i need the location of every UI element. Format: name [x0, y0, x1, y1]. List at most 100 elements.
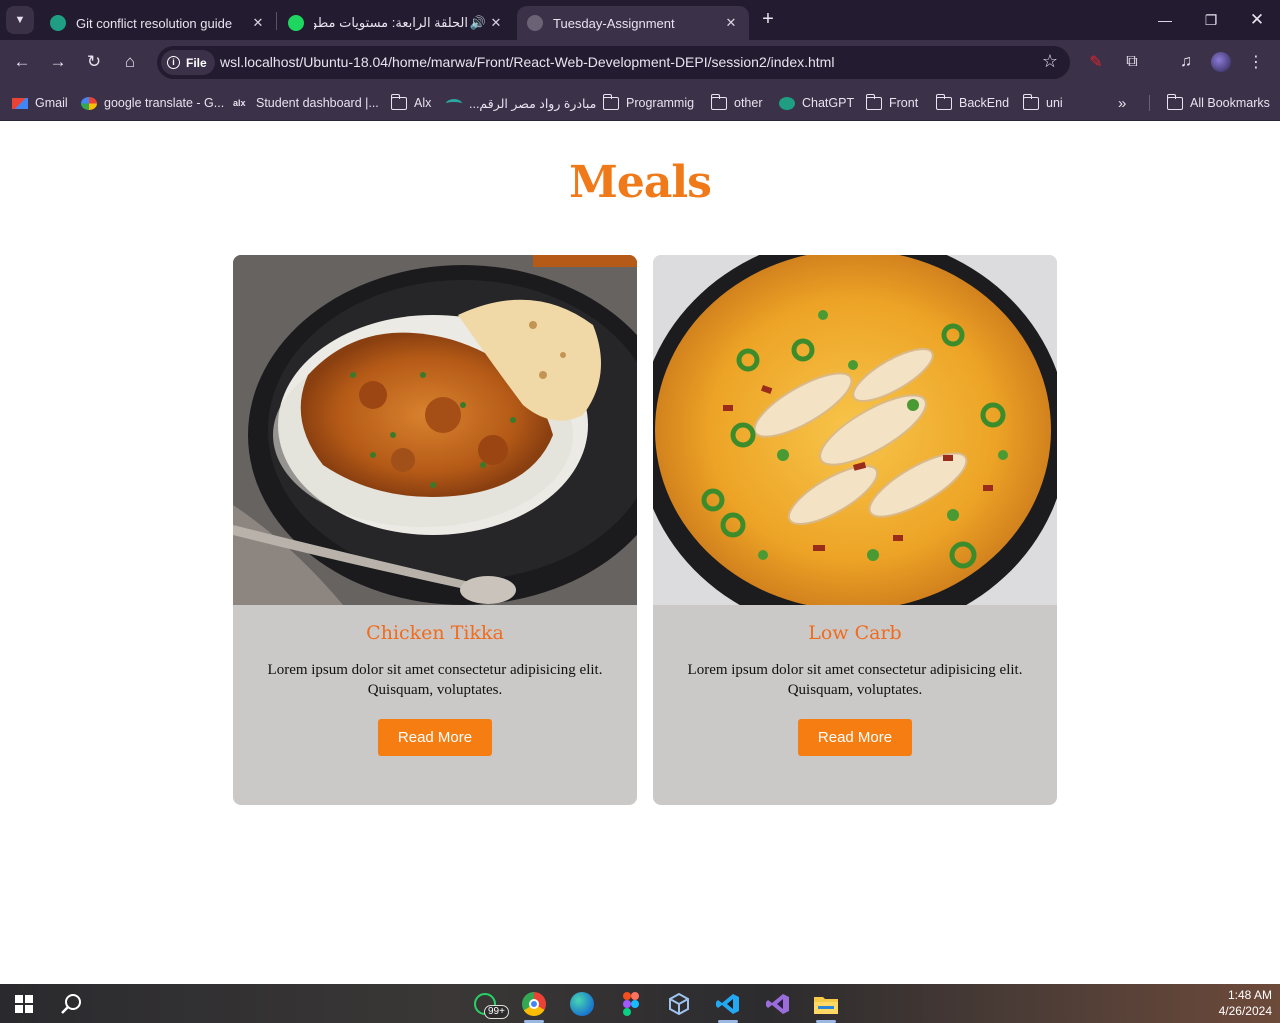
file-explorer-icon[interactable]	[811, 989, 841, 1019]
media-control-icon[interactable]: ♫	[1175, 51, 1197, 73]
extensions-puzzle-icon[interactable]: ⧉	[1121, 51, 1143, 73]
chatgpt-icon	[50, 15, 66, 31]
clock-time: 1:48 AM	[1227, 988, 1272, 1002]
forward-button[interactable]: →	[45, 49, 71, 75]
whatsapp-icon[interactable]: 99+	[470, 989, 509, 1019]
globe-icon	[527, 15, 543, 31]
bookmark-google-translate[interactable]: google translate - G...	[81, 93, 224, 113]
close-icon[interactable]: ✕	[488, 15, 504, 31]
folder-icon	[1022, 93, 1039, 110]
read-more-button[interactable]: Read More	[378, 719, 492, 756]
clock-date: 4/26/2024	[1218, 1004, 1272, 1018]
windows-taskbar: 99+ 1:48 AM 4/26/2024	[0, 984, 1280, 1023]
read-more-button[interactable]: Read More	[798, 719, 912, 756]
close-icon[interactable]: ✕	[723, 15, 739, 31]
bookmark-folder-uni[interactable]: uni	[1022, 93, 1063, 113]
card-description: Lorem ipsum dolor sit amet consectetur a…	[267, 662, 603, 698]
folder-icon	[1166, 93, 1183, 110]
url-text[interactable]: wsl.localhost/Ubuntu-18.04/home/marwa/Fr…	[220, 54, 834, 70]
browser-toolbar: ← → ↻ ⌂ i File wsl.localhost/Ubuntu-18.0…	[0, 40, 1280, 85]
figma-icon[interactable]	[616, 989, 646, 1019]
bookmarks-overflow-button[interactable]: »	[1118, 93, 1126, 113]
page-title: Meals	[569, 157, 712, 208]
visual-studio-icon[interactable]	[763, 989, 793, 1019]
reload-button[interactable]: ↻	[81, 49, 107, 75]
bookmark-gmail[interactable]: Gmail	[12, 93, 68, 113]
address-bar[interactable]: i File wsl.localhost/Ubuntu-18.04/home/m…	[157, 46, 1070, 79]
speaker-icon[interactable]: 🔊	[468, 15, 488, 31]
search-icon[interactable]	[57, 989, 87, 1019]
google-icon	[81, 96, 97, 110]
vscode-icon[interactable]	[713, 989, 743, 1019]
folder-icon	[390, 93, 407, 110]
bookmark-rowad[interactable]: مبادرة رواد مصر الرقم...	[446, 93, 596, 113]
folder-icon	[602, 93, 619, 110]
bookmark-label: Gmail	[35, 96, 68, 110]
windows-start-icon[interactable]	[9, 989, 39, 1019]
meal-card: Low Carb Lorem ipsum dolor sit amet cons…	[653, 255, 1057, 805]
card-title: Chicken Tikka	[366, 622, 504, 644]
virtualbox-icon[interactable]	[664, 989, 694, 1019]
bookmark-chatgpt[interactable]: ChatGPT	[779, 93, 854, 113]
bookmark-label: other	[734, 96, 763, 110]
chevron-right-icon: »	[1118, 94, 1127, 112]
pen-extension-icon[interactable]: ✎	[1085, 51, 1107, 73]
bookmark-label: uni	[1046, 96, 1063, 110]
system-clock[interactable]: 1:48 AM 4/26/2024	[1219, 987, 1272, 1019]
chrome-icon[interactable]	[519, 989, 549, 1019]
chicken-tikka-photo	[233, 255, 637, 605]
tab-title: الحلقة الرابعة: مستويات مطو	[314, 15, 468, 30]
bookmark-folder-backend[interactable]: BackEnd	[935, 93, 1010, 113]
gmail-icon	[12, 97, 28, 109]
card-title: Low Carb	[808, 622, 902, 644]
bookmark-folder-front[interactable]: Front	[865, 93, 919, 113]
tab-title: Tuesday-Assignment	[553, 15, 675, 31]
tab-search-button[interactable]: ▼	[6, 6, 34, 34]
bookmarks-divider	[1149, 95, 1150, 111]
close-window-button[interactable]: ✕	[1234, 0, 1280, 40]
tab-git-conflict[interactable]: Git conflict resolution guide ✕	[40, 6, 276, 40]
back-button[interactable]: ←	[9, 49, 35, 75]
bookmarks-bar: Gmail google translate - G... alx Studen…	[0, 85, 1280, 121]
tab-title: Git conflict resolution guide	[76, 15, 233, 31]
bookmark-label: BackEnd	[959, 96, 1010, 110]
spotify-icon	[288, 15, 304, 31]
new-tab-button[interactable]: +	[757, 8, 779, 30]
menu-kebab-icon[interactable]: ⋮	[1245, 51, 1267, 73]
tab-tuesday-assignment[interactable]: Tuesday-Assignment ✕	[517, 6, 749, 40]
restore-button[interactable]: ❐	[1188, 0, 1234, 40]
profile-avatar[interactable]	[1210, 51, 1232, 73]
bookmark-label: Student dashboard |...	[256, 96, 379, 110]
folder-icon	[865, 93, 882, 110]
bookmark-label: Front	[889, 96, 919, 110]
all-bookmarks-button[interactable]: All Bookmarks	[1166, 93, 1270, 113]
chevron-down-icon: ▼	[14, 14, 26, 26]
chatgpt-icon	[779, 96, 795, 110]
bookmark-folder-alx[interactable]: Alx	[390, 93, 432, 113]
notification-badge: 99+	[484, 1005, 509, 1019]
minimize-button[interactable]: —	[1142, 0, 1188, 40]
folder-icon	[710, 93, 727, 110]
web-page: Meals Chicken Tikka Lorem ipsum dolor si…	[0, 121, 1280, 984]
site-info-chip[interactable]: i File	[161, 50, 215, 75]
bookmark-student-dashboard[interactable]: alx Student dashboard |...	[233, 93, 379, 113]
tab-spotify[interactable]: الحلقة الرابعة: مستويات مطو 🔊 ✕	[278, 6, 514, 40]
home-button[interactable]: ⌂	[117, 49, 143, 75]
bookmark-folder-other[interactable]: other	[710, 93, 763, 113]
low-carb-skillet-photo	[653, 255, 1057, 605]
edge-icon[interactable]	[567, 989, 597, 1019]
meal-card: Chicken Tikka Lorem ipsum dolor sit amet…	[233, 255, 637, 805]
bookmark-star-icon[interactable]: ☆	[1042, 51, 1058, 72]
close-icon[interactable]: ✕	[250, 15, 266, 31]
card-description: Lorem ipsum dolor sit amet consectetur a…	[687, 662, 1023, 698]
rowad-icon	[446, 98, 462, 108]
bookmark-label: مبادرة رواد مصر الرقم...	[469, 96, 597, 111]
bookmark-label: google translate - G...	[104, 96, 225, 110]
scheme-label: File	[186, 55, 207, 70]
tab-strip: ▼ Git conflict resolution guide ✕ الحلقة…	[0, 0, 1280, 40]
bookmark-label: Alx	[414, 96, 432, 110]
bookmark-label: Programmig	[626, 96, 695, 110]
bookmark-folder-programmig[interactable]: Programmig	[602, 93, 695, 113]
alx-icon: alx	[233, 97, 246, 108]
bookmark-label: ChatGPT	[802, 96, 855, 110]
